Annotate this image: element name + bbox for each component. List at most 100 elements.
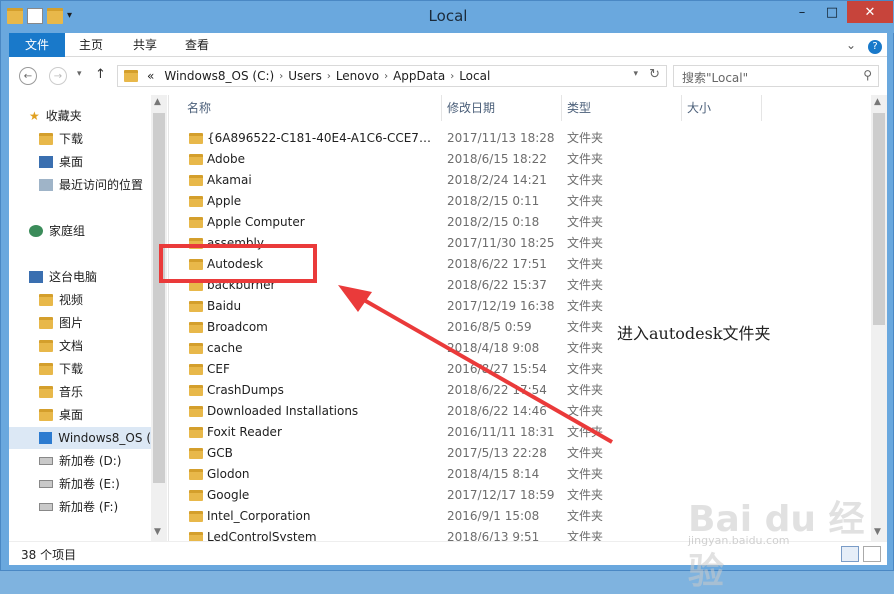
address-row: ← → ▾ ↑ « Windows8_OS (C:) › Users › Len…: [9, 57, 887, 95]
nav-item-f-drive[interactable]: 新加卷 (F:): [39, 496, 118, 518]
file-row[interactable]: Downloaded Installations 2018/6/22 14:46 文…: [171, 401, 871, 422]
column-divider[interactable]: [561, 95, 562, 121]
folder-icon: [189, 385, 203, 396]
column-header-date[interactable]: 修改日期: [447, 95, 495, 121]
file-list-scrollbar[interactable]: ▲ ▼: [871, 95, 887, 541]
explorer-window: ▾ Local – □ ✕ 文件 主页 共享 查看 ⌄ ? ← → ▾ ↑ « …: [0, 0, 894, 571]
close-button[interactable]: ✕: [847, 1, 893, 23]
nav-scroll-thumb[interactable]: [153, 113, 165, 483]
nav-item-videos[interactable]: 视频: [39, 289, 83, 311]
tab-home[interactable]: 主页: [71, 33, 111, 57]
breadcrumb-appdata[interactable]: AppData: [388, 69, 450, 83]
refresh-icon[interactable]: ↻: [649, 67, 660, 82]
column-header-type[interactable]: 类型: [567, 95, 591, 121]
file-row[interactable]: Baidu 2017/12/19 16:38 文件夹: [171, 296, 871, 317]
forward-button[interactable]: →: [49, 67, 67, 85]
main-area: ★ 收藏夹 下载 桌面 最近访问的位置 家庭组 这台电脑 视频 图片 文档 下载 …: [9, 95, 887, 541]
search-icon: ⚲: [863, 68, 872, 82]
tab-view[interactable]: 查看: [177, 33, 217, 57]
file-row[interactable]: Foxit Reader 2016/11/11 18:31 文件夹: [171, 422, 871, 443]
nav-item-d-drive[interactable]: 新加卷 (D:): [39, 450, 121, 472]
expand-ribbon-icon[interactable]: ⌄: [841, 33, 861, 57]
folder-icon: [189, 406, 203, 417]
column-divider[interactable]: [761, 95, 762, 121]
address-bar[interactable]: « Windows8_OS (C:) › Users › Lenovo › Ap…: [117, 65, 667, 87]
folder-icon: [189, 175, 203, 186]
file-row[interactable]: {6A896522-C181-40E4-A1C6-CCE779... 2017/1…: [171, 128, 871, 149]
music-folder-icon: [39, 386, 53, 398]
nav-item-music[interactable]: 音乐: [39, 381, 83, 403]
nav-item-homegroup[interactable]: 家庭组: [29, 220, 85, 242]
videos-folder-icon: [39, 294, 53, 306]
star-icon: ★: [29, 109, 40, 123]
title-bar: ▾ Local – □ ✕: [1, 1, 894, 33]
nav-item-downloads[interactable]: 下载: [39, 128, 83, 150]
computer-icon: [29, 271, 43, 283]
navigation-pane: ★ 收藏夹 下载 桌面 最近访问的位置 家庭组 这台电脑 视频 图片 文档 下载 …: [9, 95, 169, 541]
pictures-folder-icon: [39, 317, 53, 329]
minimize-button[interactable]: –: [787, 1, 817, 23]
folder-icon: [189, 301, 203, 312]
file-row[interactable]: Apple Computer 2018/2/15 0:18 文件夹: [171, 212, 871, 233]
tab-file[interactable]: 文件: [9, 33, 65, 57]
file-row[interactable]: Glodon 2018/4/15 8:14 文件夹: [171, 464, 871, 485]
file-row[interactable]: Apple 2018/2/15 0:11 文件夹: [171, 191, 871, 212]
folder-icon: [189, 448, 203, 459]
file-row[interactable]: GCB 2017/5/13 22:28 文件夹: [171, 443, 871, 464]
help-icon[interactable]: ?: [865, 33, 885, 57]
column-header-name[interactable]: 名称: [187, 95, 211, 121]
search-input[interactable]: 搜索"Local" ⚲: [673, 65, 879, 87]
file-row[interactable]: CEF 2016/8/27 15:54 文件夹: [171, 359, 871, 380]
annotation-text: 进入autodesk文件夹: [617, 324, 771, 343]
column-divider[interactable]: [441, 95, 442, 121]
nav-item-this-pc[interactable]: 这台电脑: [29, 266, 97, 288]
nav-item-e-drive[interactable]: 新加卷 (E:): [39, 473, 120, 495]
file-row[interactable]: CrashDumps 2018/6/22 17:54 文件夹: [171, 380, 871, 401]
address-dropdown-icon[interactable]: ▾: [633, 69, 638, 79]
nav-item-pictures[interactable]: 图片: [39, 312, 83, 334]
column-divider[interactable]: [681, 95, 682, 121]
back-button[interactable]: ←: [19, 67, 37, 85]
folder-icon: [189, 322, 203, 333]
breadcrumb-users[interactable]: Users: [283, 69, 327, 83]
nav-item-recent[interactable]: 最近访问的位置: [39, 174, 143, 196]
highlight-box: [159, 244, 317, 283]
window-title: Local: [428, 7, 468, 25]
download-folder-icon: [39, 133, 53, 145]
file-list-scroll-thumb[interactable]: [873, 113, 885, 325]
scroll-down-icon[interactable]: ▼: [154, 527, 161, 537]
homegroup-icon: [29, 225, 43, 237]
tab-share[interactable]: 共享: [125, 33, 165, 57]
scroll-up-icon[interactable]: ▲: [154, 97, 161, 107]
breadcrumb-local[interactable]: Local: [454, 69, 495, 83]
folder-icon: [189, 490, 203, 501]
nav-item-downloads-pc[interactable]: 下载: [39, 358, 83, 380]
nav-scrollbar[interactable]: ▲ ▼: [151, 95, 167, 541]
drive-icon: [39, 503, 53, 511]
scroll-up-icon[interactable]: ▲: [874, 97, 881, 107]
nav-item-c-drive[interactable]: Windows8_OS (: [9, 427, 151, 449]
nav-item-desktop-pc[interactable]: 桌面: [39, 404, 83, 426]
nav-item-desktop[interactable]: 桌面: [39, 151, 83, 173]
up-button[interactable]: ↑: [95, 67, 106, 82]
drive-icon: [39, 480, 53, 488]
desktop-folder-icon: [39, 409, 53, 421]
folder-icon: [189, 133, 203, 144]
folder-icon: [189, 217, 203, 228]
file-row[interactable]: Akamai 2018/2/24 14:21 文件夹: [171, 170, 871, 191]
sort-ascending-icon: ^: [307, 95, 315, 102]
maximize-button[interactable]: □: [817, 1, 847, 23]
nav-item-documents[interactable]: 文档: [39, 335, 83, 357]
item-count: 38 个项目: [21, 548, 77, 562]
column-header-size[interactable]: 大小: [687, 95, 711, 121]
nav-item-favorites[interactable]: ★ 收藏夹: [29, 105, 82, 127]
breadcrumb-drive[interactable]: Windows8_OS (C:): [159, 69, 279, 83]
search-placeholder: 搜索"Local": [682, 71, 749, 85]
breadcrumb-overflow[interactable]: «: [142, 69, 159, 83]
breadcrumb-lenovo[interactable]: Lenovo: [331, 69, 384, 83]
file-row[interactable]: Adobe 2018/6/15 18:22 文件夹: [171, 149, 871, 170]
folder-icon: [189, 196, 203, 207]
file-list: ^ 名称 修改日期 类型 大小 {6A896522-C181-40E4-A1C6…: [171, 95, 871, 541]
system-drive-icon: [39, 432, 53, 444]
recent-locations-icon[interactable]: ▾: [77, 69, 82, 79]
